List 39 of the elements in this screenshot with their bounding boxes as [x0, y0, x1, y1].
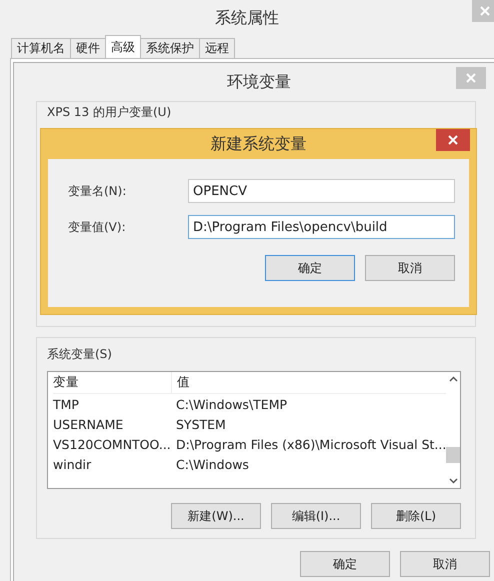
table-cell: VS120COMNTOO...	[53, 436, 171, 452]
variable-list[interactable]: 变量 值 TMP C:\Windows\TEMP USERNAME SYSTEM VS120COMNTOO... D:\Program Files (x86)\Microsoft Visual St... windir C:\Windows	[47, 371, 461, 489]
column-header[interactable]: 值	[177, 374, 190, 391]
table-cell: TMP	[53, 396, 79, 412]
action-button[interactable]: 新建(W)...	[171, 503, 261, 529]
dialog-title: 新建系统变量	[210, 134, 306, 154]
scrollbar-thumb[interactable]	[446, 447, 460, 463]
field-label: 变量名(N):	[68, 182, 126, 200]
close-button[interactable]	[436, 129, 470, 151]
table-cell: C:\Windows	[176, 456, 249, 472]
input-field[interactable]: OPENCV	[188, 179, 455, 203]
action-button[interactable]: 编辑(I)...	[271, 503, 361, 529]
scroll-down-icon[interactable]	[448, 478, 458, 484]
tab[interactable]: 计算机名	[11, 38, 71, 58]
tab[interactable]: 系统保护	[140, 38, 200, 58]
tab[interactable]: 远程	[199, 38, 235, 58]
close-icon	[448, 135, 458, 145]
close-icon	[480, 6, 490, 16]
window-title: 环境变量	[227, 72, 291, 92]
tab[interactable]: 高级	[105, 35, 141, 58]
table-cell: USERNAME	[53, 416, 124, 432]
window-title: 系统属性	[215, 8, 279, 28]
column-header[interactable]: 变量	[53, 374, 79, 391]
dialog-button[interactable]: 确定	[300, 551, 390, 577]
section-label: 系统变量(S)	[47, 346, 113, 363]
section-label: XPS 13 的用户变量(U)	[47, 104, 172, 121]
field-label: 变量值(V):	[68, 218, 126, 236]
table-cell: C:\Windows\TEMP	[176, 396, 288, 412]
dialog-button[interactable]: 取消	[400, 551, 490, 577]
dialog-button[interactable]: 确定	[265, 255, 355, 281]
action-button[interactable]: 删除(L)	[371, 503, 461, 529]
table-cell: SYSTEM	[176, 416, 226, 432]
table-cell: windir	[53, 456, 92, 472]
input-field[interactable]: D:\Program Files\opencv\build	[188, 215, 455, 239]
scroll-up-icon[interactable]	[448, 376, 458, 382]
table-cell: D:\Program Files (x86)\Microsoft Visual St...	[176, 436, 446, 452]
dialog-button[interactable]: 取消	[365, 255, 455, 281]
close-icon	[466, 73, 476, 83]
tab[interactable]: 硬件	[70, 38, 106, 58]
